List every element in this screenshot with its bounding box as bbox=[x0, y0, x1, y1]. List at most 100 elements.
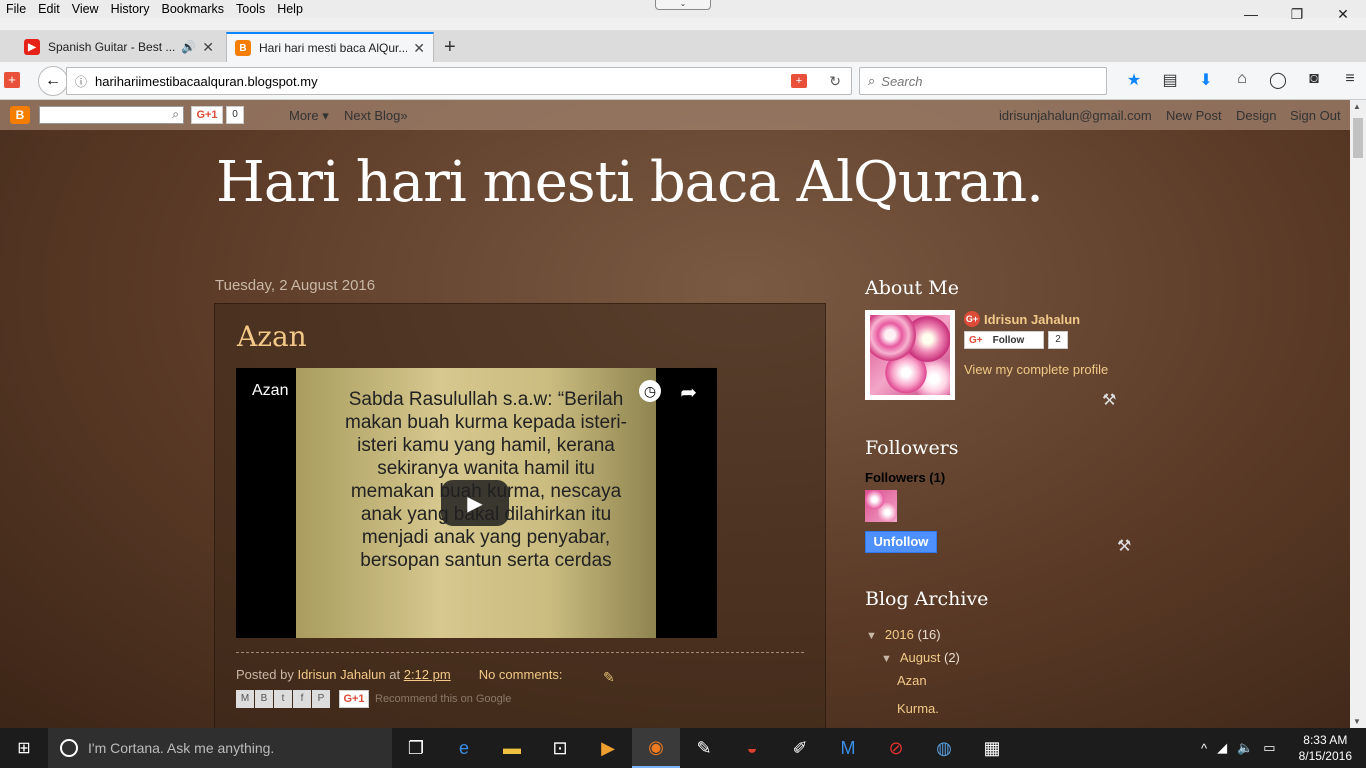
archive-post-azan[interactable]: Azan bbox=[897, 673, 927, 688]
taskbar-clock[interactable]: 8:33 AM 8/15/2016 bbox=[1299, 732, 1352, 764]
unfollow-button[interactable]: Unfollow bbox=[865, 531, 937, 553]
blogger-logo-icon[interactable]: B bbox=[10, 106, 30, 124]
menu-bookmarks[interactable]: Bookmarks bbox=[155, 2, 230, 16]
author-link[interactable]: Idrisun Jahalun bbox=[297, 667, 385, 682]
wrench-icon[interactable]: ⚒ bbox=[1117, 536, 1131, 556]
minimize-button[interactable]: — bbox=[1228, 0, 1274, 28]
next-blog-link[interactable]: Next Blog» bbox=[344, 108, 408, 123]
archive-month-label: August bbox=[899, 650, 941, 665]
email-share-icon[interactable]: M bbox=[236, 690, 254, 708]
search-icon[interactable]: ⌕ bbox=[172, 107, 179, 122]
file-explorer-icon[interactable]: ▬ bbox=[488, 728, 536, 768]
notification-icon[interactable]: ▭ bbox=[1263, 740, 1275, 756]
menu-edit[interactable]: Edit bbox=[32, 2, 66, 16]
reload-icon[interactable]: ↻ bbox=[829, 73, 841, 90]
photo-app-icon[interactable]: ▦ bbox=[968, 728, 1016, 768]
gplus-share-button[interactable]: G+1 bbox=[339, 690, 369, 708]
archive-year[interactable]: ▼ 2016 (16) bbox=[866, 627, 941, 642]
menu-history[interactable]: History bbox=[105, 2, 156, 16]
hamburger-menu-icon[interactable]: ≡ bbox=[1332, 70, 1366, 90]
post-time-link[interactable]: 2:12 pm bbox=[404, 667, 451, 682]
video-title[interactable]: Azan bbox=[252, 382, 288, 400]
user-email[interactable]: idrisunjahalun@gmail.com bbox=[999, 108, 1152, 123]
triangle-down-icon[interactable]: ▼ bbox=[866, 630, 877, 642]
pinterest-share-icon[interactable]: P bbox=[312, 690, 330, 708]
facebook-share-icon[interactable]: f bbox=[293, 690, 311, 708]
new-post-link[interactable]: New Post bbox=[1166, 108, 1222, 123]
edit-post-pencil-icon[interactable]: ✎ bbox=[603, 669, 615, 686]
speaker-icon[interactable]: 🔊 bbox=[181, 40, 196, 54]
play-button[interactable]: ▶ bbox=[441, 480, 509, 526]
ccleaner-icon[interactable]: ◒ bbox=[728, 728, 776, 768]
store-icon[interactable]: ⊡ bbox=[536, 728, 584, 768]
gplus-button[interactable]: G+1 bbox=[191, 106, 223, 124]
triangle-down-icon[interactable]: ▼ bbox=[881, 653, 892, 665]
wrench-icon[interactable]: ⚒ bbox=[1102, 390, 1116, 410]
vertical-scrollbar[interactable]: ▲ ▼ bbox=[1350, 100, 1366, 728]
reading-list-icon[interactable]: ▤ bbox=[1152, 70, 1188, 90]
scroll-thumb[interactable] bbox=[1353, 118, 1363, 158]
back-button[interactable]: ← bbox=[38, 66, 68, 96]
menu-help[interactable]: Help bbox=[271, 2, 309, 16]
app-icon[interactable]: ✐ bbox=[776, 728, 824, 768]
design-link[interactable]: Design bbox=[1236, 108, 1276, 123]
url-bar[interactable]: ⓘ harihariimestibacaalquran.blogspot.my … bbox=[66, 67, 852, 95]
menu-tools[interactable]: Tools bbox=[230, 2, 271, 16]
extension-icon[interactable]: + bbox=[791, 74, 807, 88]
tab-spanish-guitar[interactable]: ▶ Spanish Guitar - Best ... 🔊 ✕ bbox=[16, 32, 222, 62]
chat-icon[interactable]: ◯ bbox=[1260, 70, 1296, 90]
media-player-icon[interactable]: ▶ bbox=[584, 728, 632, 768]
view-profile-link[interactable]: View my complete profile bbox=[964, 362, 1108, 377]
menu-file[interactable]: File bbox=[0, 2, 32, 16]
blog-search-input[interactable]: ⌕ bbox=[39, 106, 184, 124]
chevron-up-icon[interactable]: ^ bbox=[1201, 741, 1207, 756]
archive-year-label: 2016 bbox=[884, 627, 914, 642]
edge-icon[interactable]: e bbox=[440, 728, 488, 768]
post-title[interactable]: Azan bbox=[237, 320, 307, 353]
google-earth-icon[interactable]: ◍ bbox=[920, 728, 968, 768]
restore-button[interactable]: ❐ bbox=[1274, 0, 1320, 28]
profile-name[interactable]: G+ Idrisun Jahalun bbox=[964, 311, 1080, 327]
close-tab-icon[interactable]: ✕ bbox=[202, 39, 214, 56]
archive-month[interactable]: ▼ August (2) bbox=[881, 650, 960, 665]
avatar[interactable] bbox=[865, 310, 955, 400]
sign-out-link[interactable]: Sign Out bbox=[1290, 108, 1341, 123]
scroll-up-icon[interactable]: ▲ bbox=[1353, 102, 1361, 111]
follow-button[interactable]: G+ Follow bbox=[964, 331, 1044, 349]
malwarebytes-icon[interactable]: M bbox=[824, 728, 872, 768]
windows-start-icon[interactable]: ⊞ bbox=[0, 728, 48, 768]
archive-post-kurma[interactable]: Kurma. bbox=[897, 701, 939, 716]
task-view-icon[interactable]: ❐ bbox=[392, 728, 440, 768]
share-icon[interactable]: ➦ bbox=[680, 380, 697, 405]
bookmark-star-icon[interactable]: ★ bbox=[1116, 70, 1152, 90]
comments-link[interactable]: No comments: bbox=[479, 667, 563, 682]
follower-avatar[interactable] bbox=[865, 490, 897, 522]
blogthis-share-icon[interactable]: B bbox=[255, 690, 273, 708]
pocket-icon[interactable]: ◙ bbox=[1296, 70, 1332, 90]
watch-later-icon[interactable]: ◷ bbox=[639, 380, 661, 402]
avatar-image bbox=[870, 315, 950, 395]
volume-icon[interactable]: 🔈 bbox=[1237, 740, 1253, 756]
close-tab-icon[interactable]: ✕ bbox=[413, 40, 425, 57]
cortana-search[interactable]: I'm Cortana. Ask me anything. bbox=[48, 728, 392, 768]
chevron-down-icon[interactable]: ⌄ bbox=[655, 0, 711, 10]
network-icon[interactable]: ◢ bbox=[1217, 740, 1227, 756]
paint-icon[interactable]: ✎ bbox=[680, 728, 728, 768]
video-player[interactable]: Sabda Rasulullah s.a.w: “Berilah makan b… bbox=[236, 368, 717, 638]
home-icon[interactable]: ⌂ bbox=[1224, 70, 1260, 90]
info-icon[interactable]: ⓘ bbox=[75, 73, 87, 90]
tab-blog[interactable]: B Hari hari mesti baca AlQur... ✕ bbox=[226, 32, 434, 62]
new-tab-button[interactable]: + bbox=[444, 36, 456, 59]
blocked-icon[interactable]: ⊘ bbox=[872, 728, 920, 768]
search-input[interactable]: ⌕ Search bbox=[859, 67, 1107, 95]
close-window-button[interactable]: ✕ bbox=[1320, 0, 1366, 28]
more-menu[interactable]: More ▾ bbox=[289, 108, 329, 124]
followers-count-label: Followers (1) bbox=[865, 470, 946, 485]
menu-view[interactable]: View bbox=[66, 2, 105, 16]
addon-icon[interactable]: + bbox=[4, 72, 20, 88]
blog-title[interactable]: Hari hari mesti baca AlQuran. bbox=[216, 150, 1044, 215]
downloads-icon[interactable]: ⬇ bbox=[1188, 70, 1224, 90]
firefox-icon[interactable]: ◉ bbox=[632, 728, 680, 768]
scroll-down-icon[interactable]: ▼ bbox=[1353, 717, 1361, 726]
twitter-share-icon[interactable]: t bbox=[274, 690, 292, 708]
